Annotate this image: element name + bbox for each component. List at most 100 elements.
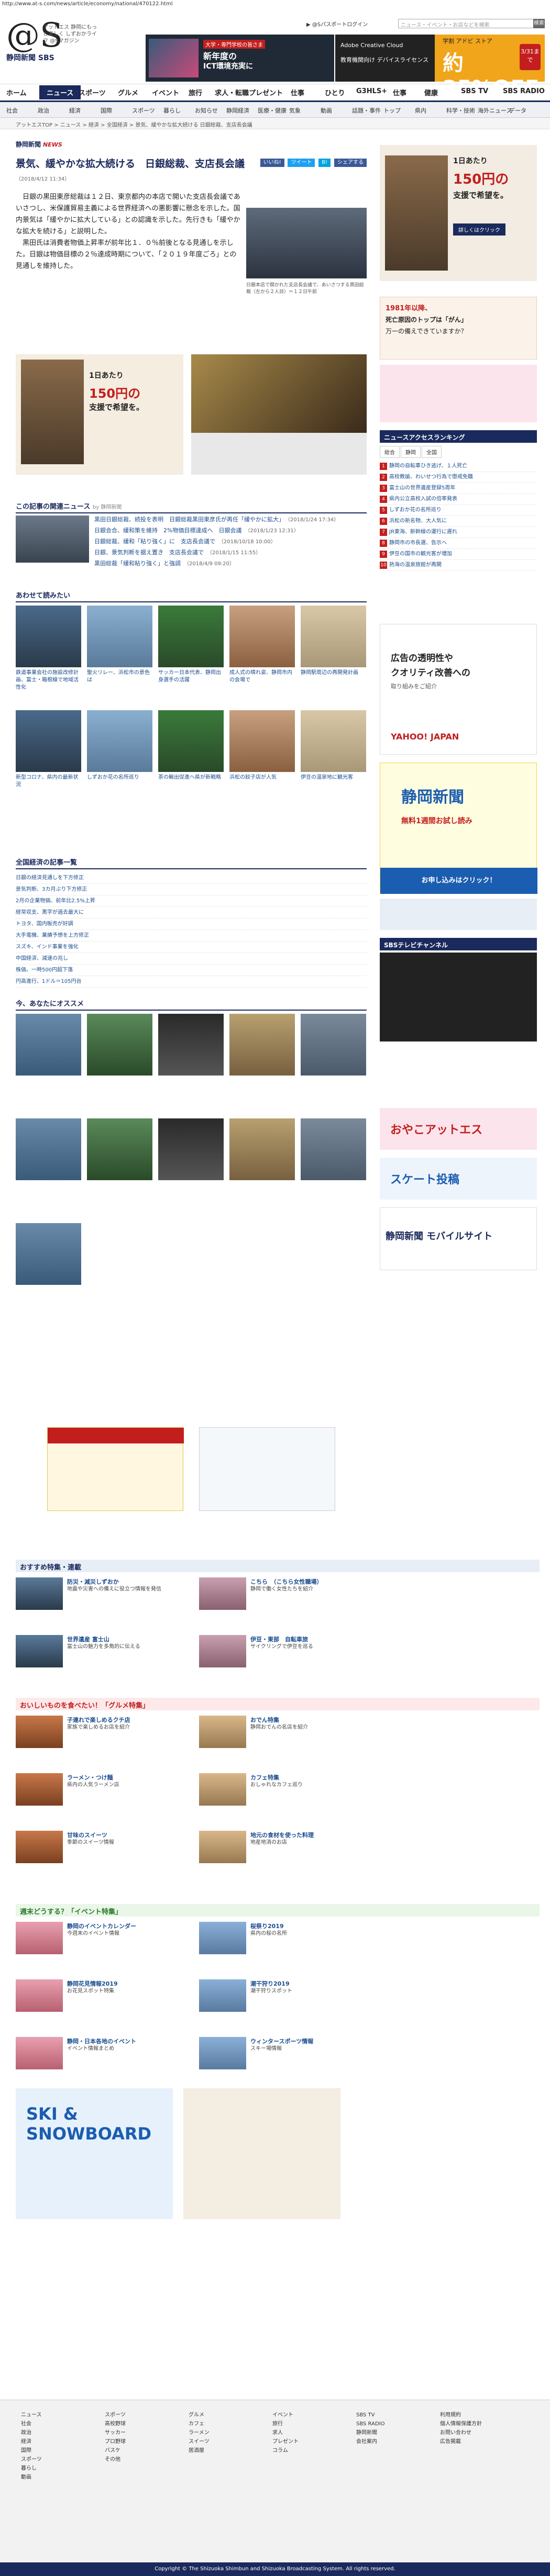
econ-item[interactable]: スズキ、インド事業を強化 (16, 942, 367, 953)
newspaper-trial-ad[interactable]: 静岡新聞 無料1週間お試し読み お申し込みはクリック！ (380, 763, 537, 894)
econ-item[interactable]: 2月の企業物価、前年比2.5%上昇 (16, 895, 367, 907)
adobe-banner-ad[interactable]: 大学・専門学校の皆さま 新年度の ICT環境充実に (146, 35, 334, 82)
nav-item[interactable]: ホーム (6, 87, 27, 97)
ranking-item[interactable]: 1 静岡の自転車ひき逃げ、１人死亡 (380, 461, 537, 472)
feature-item[interactable]: 世界遺産 富士山 富士山の魅力を多角的に伝える (16, 1635, 189, 1672)
subnav-item[interactable]: お知らせ (195, 106, 218, 115)
footer-link[interactable]: カフェ (189, 2420, 210, 2428)
subnav-item[interactable]: 動画 (321, 106, 332, 115)
footer-link[interactable]: 経済 (21, 2437, 42, 2446)
subnav-item[interactable]: 気象 (289, 106, 301, 115)
osusume-card[interactable] (301, 1014, 366, 1076)
oyako-ad[interactable]: おやこアットエス (380, 1108, 537, 1150)
charity-ad-right[interactable]: 1日あたり 150円の 支援で希望を。 詳しくはクリック (380, 145, 537, 281)
footer-link[interactable]: その他 (105, 2455, 126, 2464)
ranking-item[interactable]: 8 静岡市の市長選、告示へ (380, 538, 537, 549)
footer-link[interactable]: 利用規約 (440, 2411, 482, 2420)
recommended-card[interactable]: 成人式の晴れ姿、静岡市内の会場で (229, 606, 295, 684)
house-ad[interactable] (183, 2088, 340, 2219)
subnav-item[interactable]: 科学・技術 (446, 106, 475, 115)
footer-link[interactable]: プロ野球 (105, 2437, 126, 2446)
nav-item[interactable]: プレゼント (249, 87, 283, 97)
tweet-button[interactable]: ツイート (288, 159, 315, 167)
footer-link[interactable]: 動画 (21, 2473, 42, 2482)
subnav-item[interactable]: 医療・健康 (258, 106, 287, 115)
passport-login-link[interactable]: ▶ @Sパスポートログイン (306, 20, 368, 28)
related-item[interactable]: 黒田総裁「緩和粘り強く」と強調 （2018/4/9 09:20） (94, 558, 367, 569)
subnav-item[interactable]: 海外ニュース (478, 106, 512, 115)
footer-link[interactable]: スイーツ (189, 2437, 210, 2446)
tv-video-player[interactable] (380, 953, 537, 1041)
recommended-card[interactable]: 浜松の餃子店が人気 (229, 710, 295, 781)
trial-cta-button[interactable]: お申し込みはクリック！ (380, 868, 537, 894)
facebook-like-button[interactable]: いいね! (260, 159, 284, 167)
econ-item[interactable]: 株価、一時500円超下落 (16, 965, 367, 976)
recommended-card[interactable]: しずおか花の名所巡り (87, 710, 152, 781)
ski-ad[interactable]: SKI & SNOWBOARD (16, 2088, 173, 2219)
ranking-item[interactable]: 3 富士山の世界遺産登録5周年 (380, 483, 537, 494)
subnav-item[interactable]: 静岡経済 (226, 106, 249, 115)
footer-link[interactable]: 国際 (21, 2446, 42, 2455)
feature-item[interactable]: 防災・減災しずおか 地震や災害への備えに役立つ情報を発信 (16, 1577, 189, 1614)
econ-item[interactable]: 景気判断、3カ月ぶり下方修正 (16, 884, 367, 895)
osusume-card[interactable] (158, 1014, 224, 1076)
ranking-item[interactable]: 5 しずおか花の名所巡り (380, 505, 537, 516)
subnav-item[interactable]: 国際 (101, 106, 112, 115)
recommended-card[interactable]: 新型コロナ、県内の最新状況 (16, 710, 81, 789)
related-item[interactable]: 日銀総裁、緩和「粘り強く」に 支店長会議で （2018/10/18 10:00） (94, 536, 367, 547)
footer-link[interactable]: SBS TV (356, 2411, 384, 2420)
econ-item[interactable]: 円高進行、1ドル＝105円台 (16, 976, 367, 988)
discount-banner-ad[interactable]: Adobe Creative Cloud 教育機関向け デバイスライセンス 学割… (335, 35, 545, 100)
ranking-item[interactable]: 2 高校教諭、わいせつ行為で懲戒免職 (380, 472, 537, 483)
feature-item[interactable]: 静岡のイベントカレンダー 今週末のイベント情報 (16, 1922, 189, 1958)
footer-link[interactable]: 政治 (21, 2428, 42, 2437)
econ-item[interactable]: 日銀の経済見通しを下方修正 (16, 872, 367, 884)
skate-ad[interactable]: スケート投稿 (380, 1158, 537, 1200)
footer-link[interactable]: 求人 (272, 2428, 299, 2437)
recommended-card[interactable]: 茶の輸出促進へ県が新戦略 (158, 710, 224, 781)
ranking-item[interactable]: 4 県内公立高校入試の倍率発表 (380, 494, 537, 505)
footer-link[interactable]: スポーツ (105, 2411, 126, 2420)
footer-link[interactable]: サッカー (105, 2428, 126, 2437)
feature-item[interactable]: 甘味のスイーツ 季節のスイーツ情報 (16, 1831, 189, 1867)
footer-link[interactable]: グルメ (189, 2411, 210, 2420)
nav-item[interactable]: 健康 (424, 87, 438, 97)
footer-link[interactable]: ラーメン (189, 2428, 210, 2437)
feature-item[interactable]: 潮干狩り2019 潮干狩りスポット (199, 1979, 372, 2016)
nav-item[interactable]: ひとり (325, 87, 345, 97)
econ-item[interactable]: 中国経済、減速の兆し (16, 953, 367, 965)
3d-marketing-ad[interactable] (191, 354, 367, 475)
nav-item[interactable]: SBS RADIO (503, 87, 545, 95)
ranking-item[interactable]: 7 JR東海、新幹線の運行に遅れ (380, 527, 537, 538)
feature-item[interactable]: 静岡花見情報2019 お花見スポット特集 (16, 1979, 189, 2016)
yahoo-ad[interactable]: 広告の透明性や クオリティ改善への 取り組みをご紹介 YAHOO! JAPAN (380, 624, 537, 755)
osusume-card[interactable] (229, 1118, 295, 1180)
nav-item[interactable]: G3HLS+ (356, 87, 387, 95)
subnav-item[interactable]: 話題・事件 (352, 106, 381, 115)
nav-item[interactable]: グルメ (118, 87, 138, 97)
osusume-card[interactable] (301, 1118, 366, 1180)
ranking-item[interactable]: 10 熱海の温泉旅館が再開 (380, 560, 537, 571)
recruit-ad[interactable] (47, 1427, 184, 1511)
subnav-item[interactable]: 経済 (69, 106, 81, 115)
recommended-card[interactable]: 鉄道事業会社の施設改修計画、富士・箱根線で地域活性化 (16, 606, 81, 691)
subnav-item[interactable]: スポーツ (132, 106, 155, 115)
footer-link[interactable]: SBS RADIO (356, 2420, 384, 2428)
feature-item[interactable]: 子連れで楽しめるクチ店 家族で楽しめるお店を紹介 (16, 1716, 189, 1752)
econ-item[interactable]: 経常収支、黒字が過去最大に (16, 907, 367, 919)
footer-link[interactable]: 高校野球 (105, 2420, 126, 2428)
subnav-item[interactable]: 暮らし (163, 106, 181, 115)
nav-item[interactable]: イベント (152, 87, 179, 97)
todo-tool-ad[interactable] (199, 1427, 335, 1511)
footer-link[interactable]: 暮らし (21, 2464, 42, 2473)
osusume-card[interactable] (87, 1118, 152, 1180)
article-photo[interactable] (246, 208, 367, 278)
feature-item[interactable]: カフェ特集 おしゃれなカフェ巡り (199, 1773, 372, 1810)
footer-link[interactable]: 旅行 (272, 2420, 299, 2428)
footer-link[interactable]: スポーツ (21, 2455, 42, 2464)
osusume-card[interactable] (87, 1014, 152, 1076)
nav-item[interactable]: 求人・転職 (215, 87, 249, 97)
subnav-item[interactable]: 県内 (415, 106, 426, 115)
econ-item[interactable]: 大手電機、業績予想を上方修正 (16, 930, 367, 942)
footer-link[interactable]: コラム (272, 2446, 299, 2455)
